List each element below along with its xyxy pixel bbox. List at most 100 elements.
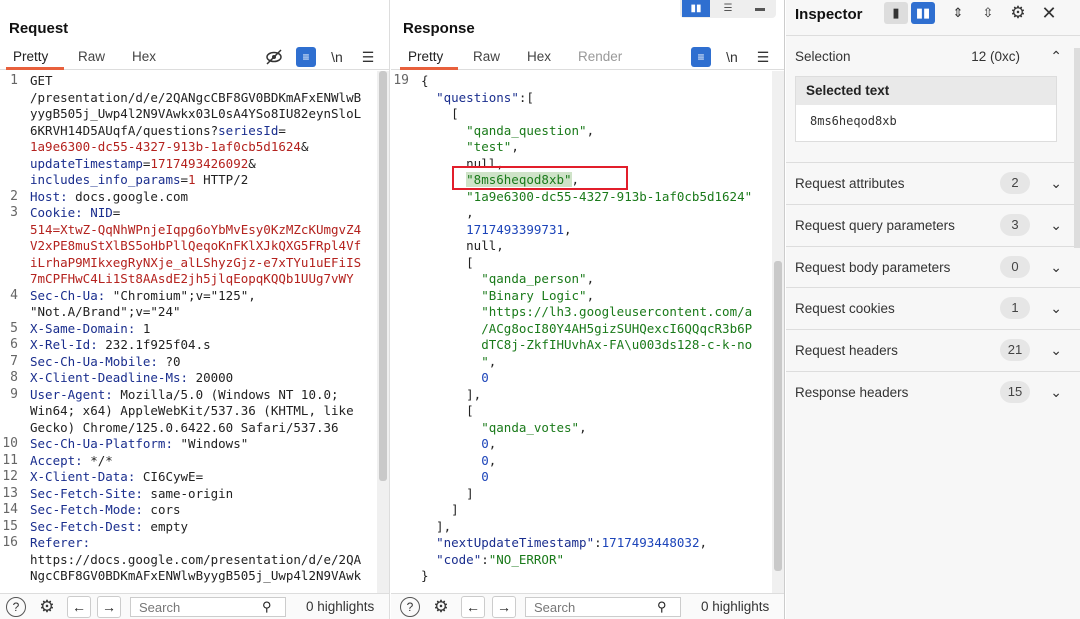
code-token: 20000 bbox=[195, 370, 234, 385]
newline-toggle[interactable]: \n bbox=[327, 47, 347, 67]
tab-raw[interactable]: Raw bbox=[473, 49, 500, 64]
inspector-row[interactable]: Request query parameters 3 ⌄ bbox=[786, 203, 1080, 246]
code-token: /ACg8ocI80Y4AH5gizSUHQexcI6QQqcR3b6P bbox=[481, 320, 753, 336]
inspector-row-count: 1 bbox=[1000, 297, 1030, 320]
help-icon[interactable]: ? bbox=[400, 597, 420, 617]
code-token: Sec-Ch-Ua: bbox=[30, 287, 113, 303]
request-scroll-thumb[interactable] bbox=[379, 71, 387, 481]
line-number: 2 bbox=[10, 188, 18, 204]
menu-icon[interactable]: ☰ bbox=[358, 47, 378, 67]
chevron-down-icon[interactable]: ⌄ bbox=[1050, 342, 1062, 359]
code-line: User-Agent: Mozilla/5.0 (Windows NT 10.0… bbox=[30, 387, 339, 403]
inspector-pane: Inspector ▮ ▮▮ ⇕ ⇳ ⚙ ✕ Selection 12 (0xc… bbox=[786, 0, 1080, 619]
code-token: 1717493399731 bbox=[466, 221, 564, 237]
code-line: /presentation/d/e/2QANgcCBF8GV0BDKmAFxEN… bbox=[30, 90, 361, 106]
code-line: "Binary Logic", bbox=[421, 288, 594, 304]
search-icon: ⚲ bbox=[657, 599, 667, 614]
menu-icon[interactable]: ☰ bbox=[753, 47, 773, 67]
wrap-lines-icon[interactable]: ≡ bbox=[691, 47, 711, 67]
close-icon[interactable]: ✕ bbox=[1037, 2, 1061, 24]
settings-icon[interactable]: ⚙ bbox=[1006, 2, 1030, 24]
inspector-row[interactable]: Request headers 21 ⌄ bbox=[786, 329, 1080, 371]
response-highlights: 0 highlights bbox=[701, 599, 770, 614]
code-token: includes_info_params bbox=[30, 172, 181, 187]
code-line: V2xPE8muStXlBS5oHbPllQeqoKnFKlXJkQXG5FRp… bbox=[30, 238, 361, 254]
code-line: 0 bbox=[421, 469, 489, 485]
code-line: "https://lh3.googleusercontent.com/a bbox=[421, 304, 752, 320]
code-line: ], bbox=[421, 519, 451, 535]
help-icon[interactable]: ? bbox=[6, 597, 26, 617]
code-token: ?0 bbox=[165, 353, 181, 369]
code-line: null, bbox=[421, 238, 504, 254]
chevron-down-icon[interactable]: ⌄ bbox=[1050, 300, 1062, 317]
back-arrow-icon[interactable]: ← bbox=[461, 596, 485, 618]
active-tab-underline bbox=[400, 67, 458, 70]
tab-hex[interactable]: Hex bbox=[527, 49, 551, 64]
chevron-down-icon[interactable]: ⌄ bbox=[1050, 217, 1062, 234]
code-line: X-Client-Deadline-Ms: 20000 bbox=[30, 370, 233, 386]
layout-split-icon[interactable]: ▮▮ bbox=[911, 2, 935, 24]
code-line: 6KRVH14D5AUqfA/questions?seriesId= bbox=[30, 123, 286, 139]
settings-icon[interactable]: ⚙ bbox=[37, 597, 57, 617]
response-scrollbar[interactable] bbox=[772, 71, 784, 593]
code-token: "qanda_votes" bbox=[481, 419, 580, 435]
layout-list-icon[interactable]: ▮ bbox=[884, 2, 908, 24]
forward-arrow-icon[interactable]: → bbox=[97, 596, 121, 618]
code-token: } bbox=[421, 568, 429, 583]
code-token: "1a9e6300-dc55-4327-913b-1af0cb5d1624" bbox=[466, 188, 753, 204]
code-token: seriesId bbox=[218, 122, 279, 138]
tab-pretty[interactable]: Pretty bbox=[13, 49, 48, 64]
inspector-scrollbar[interactable] bbox=[1074, 48, 1080, 248]
line-number: 10 bbox=[2, 436, 18, 451]
code-token: 0 bbox=[481, 370, 489, 385]
response-bottom-bar: ? ⚙ ← → Search ⚲ 0 highlights bbox=[391, 593, 784, 619]
settings-icon[interactable]: ⚙ bbox=[431, 597, 451, 617]
code-line: { bbox=[421, 73, 429, 89]
chevron-down-icon[interactable]: ⌄ bbox=[1050, 175, 1062, 192]
inspector-row[interactable]: Request attributes 2 ⌄ bbox=[786, 162, 1080, 204]
inspector-row[interactable]: Request body parameters 0 ⌄ bbox=[786, 245, 1080, 288]
line-number: 5 bbox=[10, 320, 18, 336]
inspector-row-count: 0 bbox=[1000, 255, 1030, 278]
tab-render[interactable]: Render bbox=[578, 49, 622, 64]
chevron-up-icon[interactable]: ⌃ bbox=[1050, 48, 1062, 65]
code-token: "Chromium";v="125", bbox=[112, 287, 256, 303]
expand-all-icon[interactable]: ⇕ bbox=[946, 2, 970, 24]
code-token: Host: bbox=[30, 188, 76, 204]
inspector-row[interactable]: Request cookies 1 ⌄ bbox=[786, 287, 1080, 329]
code-token: & bbox=[300, 139, 309, 154]
response-editor[interactable]: 19{ "questions":[ [ "qanda_question", "t… bbox=[391, 71, 772, 593]
response-scroll-thumb[interactable] bbox=[774, 261, 782, 571]
wrap-lines-icon[interactable]: ≡ bbox=[296, 47, 316, 67]
selected-text-box: Selected text 8ms6heqod8xb bbox=[795, 76, 1057, 142]
code-token: */* bbox=[90, 452, 113, 468]
code-line: ] bbox=[421, 502, 459, 518]
code-token: , bbox=[699, 535, 708, 550]
tab-raw[interactable]: Raw bbox=[78, 49, 105, 64]
request-editor[interactable]: 1 GET/presentation/d/e/2QANgcCBF8GV0BDKmA… bbox=[0, 71, 377, 593]
line-number: 16 bbox=[2, 535, 18, 550]
code-token: ], bbox=[421, 386, 482, 402]
hide-icon[interactable] bbox=[264, 47, 284, 67]
forward-arrow-icon[interactable]: → bbox=[492, 596, 516, 618]
chevron-down-icon[interactable]: ⌄ bbox=[1050, 384, 1062, 401]
tab-hex[interactable]: Hex bbox=[132, 49, 156, 64]
code-line: Sec-Ch-Ua: "Chromium";v="125", bbox=[30, 288, 256, 304]
code-token: & bbox=[248, 155, 256, 171]
code-token: NgcCBF8GV0BDKmAFxENWlwByygB505j_Uwp4l2N9… bbox=[30, 568, 362, 583]
inspector-row[interactable]: Response headers 15 ⌄ bbox=[786, 371, 1080, 413]
code-line: Sec-Fetch-Site: same-origin bbox=[30, 486, 233, 502]
collapse-all-icon[interactable]: ⇳ bbox=[976, 2, 1000, 24]
code-line: [ bbox=[421, 403, 474, 419]
chevron-down-icon[interactable]: ⌄ bbox=[1050, 259, 1062, 276]
selected-text-value: 8ms6heqod8xb bbox=[810, 114, 897, 128]
code-token: : bbox=[594, 535, 602, 550]
inspector-row-label: Request cookies bbox=[795, 301, 895, 317]
tab-pretty[interactable]: Pretty bbox=[408, 49, 443, 64]
back-arrow-icon[interactable]: ← bbox=[67, 596, 91, 618]
newline-toggle[interactable]: \n bbox=[722, 47, 742, 67]
request-scrollbar[interactable] bbox=[377, 71, 389, 593]
code-line: updateTimestamp=1717493426092& bbox=[30, 156, 256, 172]
